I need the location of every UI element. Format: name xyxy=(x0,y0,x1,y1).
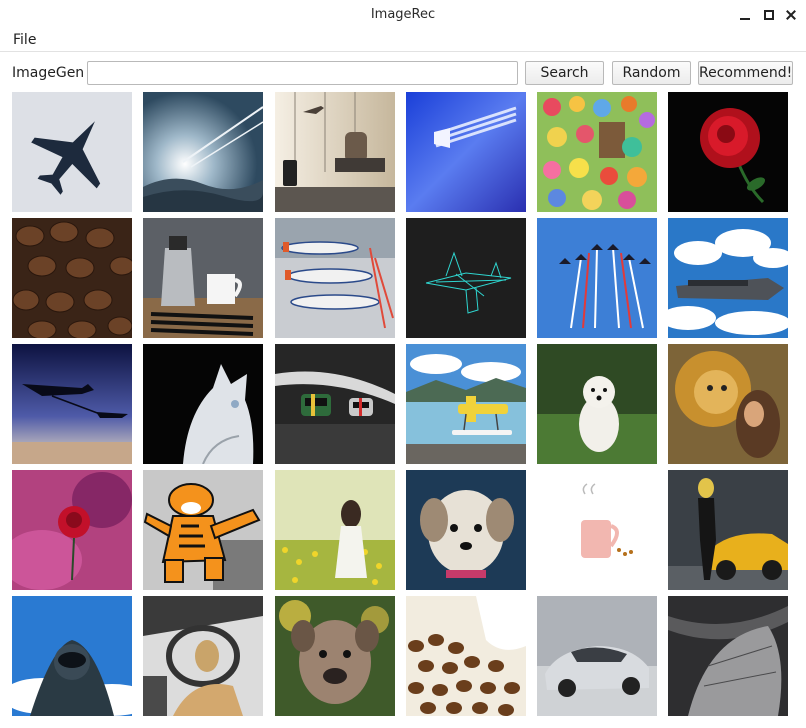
image-thumbnail-coffee-pot-mug[interactable] xyxy=(143,218,263,338)
image-thumbnail-contrails-sky[interactable] xyxy=(143,92,263,212)
image-thumbnail-shaggy-dog[interactable] xyxy=(406,470,526,590)
image-thumbnail-woman-sportscar[interactable] xyxy=(668,470,788,590)
image-thumbnail-silver-car[interactable] xyxy=(537,596,657,716)
image-thumbnail-lion-woman[interactable] xyxy=(668,344,788,464)
image-thumbnail-fighter-jet[interactable] xyxy=(12,92,132,212)
image-thumbnail-pink-mug[interactable] xyxy=(537,470,657,590)
search-input[interactable] xyxy=(87,61,518,85)
image-thumbnail-car-interior[interactable] xyxy=(143,596,263,716)
image-thumbnail-seaplane-lake[interactable] xyxy=(406,344,526,464)
image-thumbnail-pink-rose-smoke[interactable] xyxy=(12,470,132,590)
maximize-icon[interactable] xyxy=(760,6,778,24)
image-thumbnail-bulldog[interactable] xyxy=(275,596,395,716)
imagegen-label: ImageGen xyxy=(12,65,85,81)
image-thumbnail-airport-planes[interactable] xyxy=(275,218,395,338)
menu-bar: File xyxy=(0,30,806,52)
search-button[interactable]: Search xyxy=(525,61,604,85)
image-thumbnail-white-cat[interactable] xyxy=(143,344,263,464)
menu-file[interactable]: File xyxy=(13,32,36,48)
toolbar: ImageGen Search Random Recommend! xyxy=(0,58,806,88)
image-thumbnail-white-puppy[interactable] xyxy=(537,344,657,464)
image-thumbnail-cartoon-tiger[interactable] xyxy=(143,470,263,590)
image-thumbnail-cockpit-pilot[interactable] xyxy=(12,596,132,716)
minimize-icon[interactable] xyxy=(736,6,754,24)
image-thumbnail-airport-traveler[interactable] xyxy=(275,92,395,212)
image-thumbnail-sky-ship[interactable] xyxy=(668,218,788,338)
image-thumbnail-coffee-beans[interactable] xyxy=(12,218,132,338)
image-thumbnail-refueling-planes[interactable] xyxy=(12,344,132,464)
image-thumbnail-red-rose[interactable] xyxy=(668,92,788,212)
title-bar: ImageRec xyxy=(0,0,806,30)
image-thumbnail-coffee-beans-cup[interactable] xyxy=(406,596,526,716)
image-thumbnail-wireframe-plane[interactable] xyxy=(406,218,526,338)
recommend-button[interactable]: Recommend! xyxy=(698,61,793,85)
close-icon[interactable] xyxy=(782,6,800,24)
window-title: ImageRec xyxy=(370,7,436,22)
image-thumbnail-woman-field[interactable] xyxy=(275,470,395,590)
image-thumbnail-jets-formation[interactable] xyxy=(537,218,657,338)
image-thumbnail-old-aircraft[interactable] xyxy=(668,596,788,716)
image-thumbnail-blue-jet-blur[interactable] xyxy=(406,92,526,212)
image-thumbnail-cartoon-collage[interactable] xyxy=(537,92,657,212)
random-button[interactable]: Random xyxy=(612,61,691,85)
image-thumbnail-race-cars[interactable] xyxy=(275,344,395,464)
